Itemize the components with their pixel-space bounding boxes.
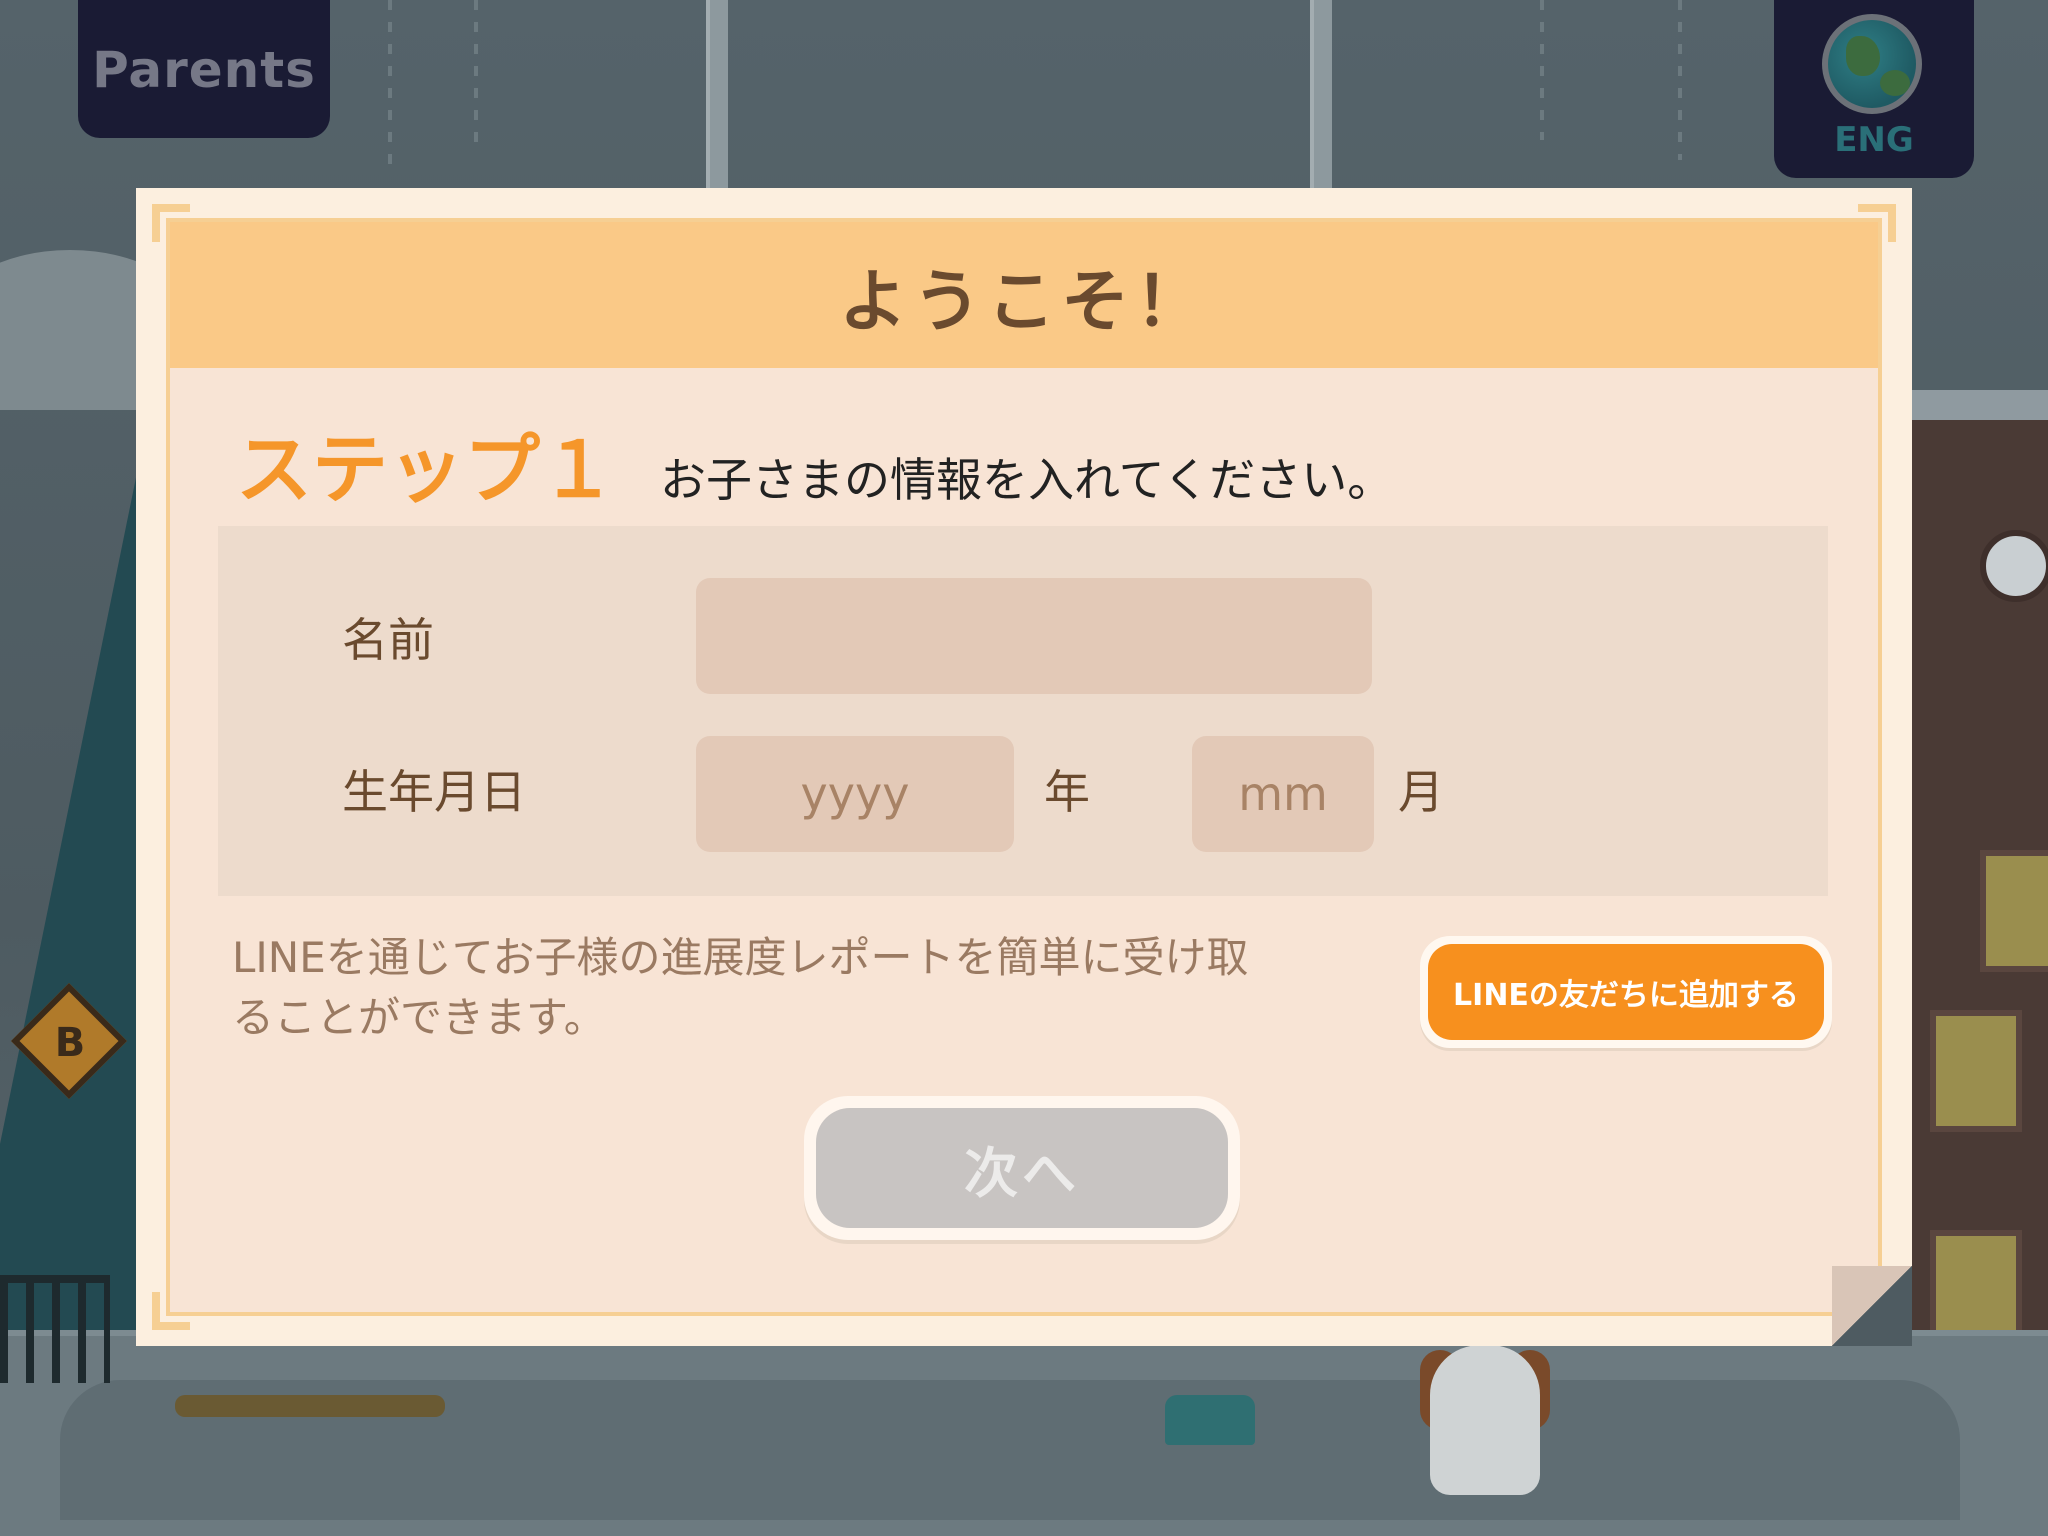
garland (388, 0, 392, 170)
line-info-text: LINEを通じてお子様の進展度レポートを簡単に受け取ることができます。 (232, 933, 1249, 1042)
name-label: 名前 (342, 613, 434, 667)
dialog-title: ようこそ！ (838, 262, 1209, 342)
sign-letter: B (54, 1020, 86, 1066)
line-button-face: LINEの友だちに追加する (1428, 944, 1824, 1040)
name-input[interactable] (696, 578, 1372, 694)
line-add-friend-button[interactable]: LINEの友だちに追加する (1420, 936, 1832, 1048)
next-button[interactable]: 次へ (804, 1096, 1240, 1240)
birth-month-input[interactable] (1192, 736, 1374, 852)
step-row: ステップ１ お子さまの情報を入れてください。 (236, 408, 1393, 518)
garland (1540, 0, 1544, 140)
next-button-face: 次へ (816, 1108, 1228, 1228)
birth-year-input[interactable] (696, 736, 1014, 852)
dialog-body: ステップ１ お子さまの情報を入れてください。 名前 生年月日 年 月 LINEを… (170, 368, 1878, 1312)
step-label: ステップ１ (236, 425, 616, 514)
child-info-form: 名前 生年月日 年 月 (218, 526, 1828, 896)
page-fold (1832, 1266, 1912, 1346)
skates (1165, 1395, 1255, 1445)
fence (0, 1275, 110, 1383)
step-instruction: お子さまの情報を入れてください。 (660, 453, 1394, 507)
pole (706, 0, 728, 190)
garland (474, 0, 478, 150)
language-button[interactable]: ENG (1774, 0, 1974, 178)
parents-button[interactable]: Parents (78, 0, 330, 138)
house-window (1980, 850, 2048, 972)
globe-icon (1822, 14, 1922, 114)
birthdate-label: 生年月日 (342, 765, 526, 819)
house-window (1930, 1010, 2022, 1132)
month-unit: 月 (1398, 765, 1444, 819)
dog (1430, 1345, 1540, 1495)
welcome-dialog: ようこそ！ ステップ１ お子さまの情報を入れてください。 名前 生年月日 年 月… (136, 188, 1912, 1346)
dialog-header: ようこそ！ (170, 222, 1878, 368)
next-button-label: 次へ (964, 1141, 1080, 1205)
pole (1310, 0, 1332, 190)
sled (175, 1395, 445, 1417)
language-label: ENG (1834, 120, 1914, 160)
line-button-label: LINEの友だちに追加する (1453, 978, 1799, 1013)
clock-icon (1980, 530, 2048, 602)
year-unit: 年 (1044, 765, 1090, 819)
parents-label: Parents (92, 41, 316, 99)
garland (1678, 0, 1682, 160)
